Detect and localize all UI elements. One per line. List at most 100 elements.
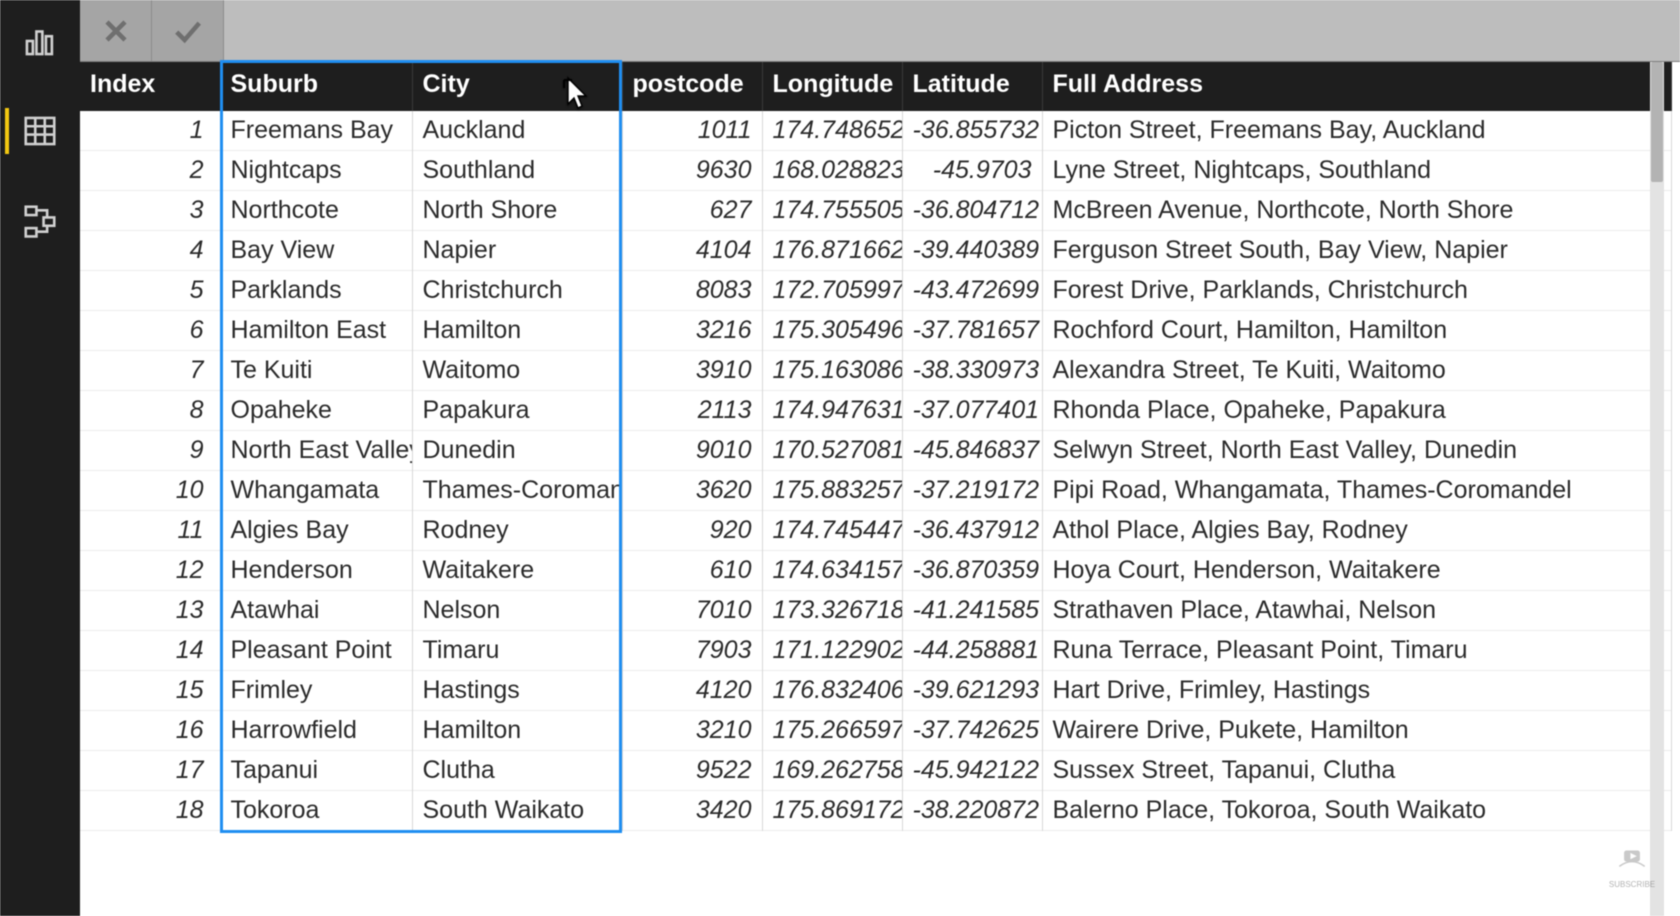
cell-postcode[interactable]: 7903 [622,631,762,671]
cell-address[interactable]: McBreen Avenue, Northcote, North Shore [1042,191,1672,231]
cell-address[interactable]: Lyne Street, Nightcaps, Southland [1042,151,1672,191]
cell-index[interactable]: 6 [80,311,220,351]
cell-lat[interactable]: -37.219172 [902,471,1042,511]
formula-input[interactable] [224,0,1680,61]
cell-city[interactable]: Hamilton [412,311,622,351]
cell-city[interactable]: Waitomo [412,351,622,391]
cell-postcode[interactable]: 3620 [622,471,762,511]
cell-suburb[interactable]: Pleasant Point [220,631,412,671]
table-row[interactable]: 6Hamilton EastHamilton3216175.305496-37.… [80,311,1672,351]
cell-index[interactable]: 12 [80,551,220,591]
cell-lon[interactable]: 174.947631 [762,391,902,431]
cell-lat[interactable]: -38.220872 [902,791,1042,831]
cell-lat[interactable]: -37.742625 [902,711,1042,751]
cell-address[interactable]: Rhonda Place, Opaheke, Papakura [1042,391,1672,431]
cell-index[interactable]: 11 [80,511,220,551]
cell-lon[interactable]: 176.871662 [762,231,902,271]
cell-index[interactable]: 8 [80,391,220,431]
cell-address[interactable]: Hoya Court, Henderson, Waitakere [1042,551,1672,591]
column-header-postcode[interactable]: postcode [622,62,762,111]
cell-suburb[interactable]: Harrowfield [220,711,412,751]
column-header-index[interactable]: Index [80,62,220,111]
cell-lat[interactable]: -37.077401 [902,391,1042,431]
formula-commit-button[interactable] [152,0,224,61]
cell-suburb[interactable]: Frimley [220,671,412,711]
cell-index[interactable]: 18 [80,791,220,831]
cell-index[interactable]: 10 [80,471,220,511]
report-view-button[interactable] [5,10,75,72]
table-row[interactable]: 12HendersonWaitakere610174.634157-36.870… [80,551,1672,591]
cell-suburb[interactable]: Te Kuiti [220,351,412,391]
cell-suburb[interactable]: Bay View [220,231,412,271]
data-view-button[interactable] [5,100,75,162]
cell-postcode[interactable]: 3216 [622,311,762,351]
cell-city[interactable]: Auckland [412,111,622,151]
cell-postcode[interactable]: 610 [622,551,762,591]
table-row[interactable]: 3NorthcoteNorth Shore627174.755505-36.80… [80,191,1672,231]
cell-suburb[interactable]: Parklands [220,271,412,311]
table-row[interactable]: 7Te KuitiWaitomo3910175.163086-38.330973… [80,351,1672,391]
cell-address[interactable]: Pipi Road, Whangamata, Thames-Coromandel [1042,471,1672,511]
cell-postcode[interactable]: 9010 [622,431,762,471]
table-row[interactable]: 11Algies BayRodney920174.745447-36.43791… [80,511,1672,551]
cell-address[interactable]: Strathaven Place, Atawhai, Nelson [1042,591,1672,631]
cell-address[interactable]: Selwyn Street, North East Valley, Dunedi… [1042,431,1672,471]
column-header-lon[interactable]: Longitude [762,62,902,111]
cell-lat[interactable]: -44.258881 [902,631,1042,671]
cell-lon[interactable]: 170.527081 [762,431,902,471]
scrollbar-thumb[interactable] [1651,62,1663,182]
cell-lon[interactable]: 175.266597 [762,711,902,751]
cell-index[interactable]: 14 [80,631,220,671]
cell-lat[interactable]: -36.804712 [902,191,1042,231]
table-row[interactable]: 13AtawhaiNelson7010173.326718-41.241585S… [80,591,1672,631]
cell-postcode[interactable]: 9522 [622,751,762,791]
cell-lon[interactable]: 174.755505 [762,191,902,231]
cell-city[interactable]: North Shore [412,191,622,231]
column-header-suburb[interactable]: Suburb [220,62,412,111]
cell-postcode[interactable]: 3420 [622,791,762,831]
cell-index[interactable]: 1 [80,111,220,151]
cell-postcode[interactable]: 920 [622,511,762,551]
subscribe-watermark[interactable]: SUBSCRIBE [1602,850,1662,902]
cell-lon[interactable]: 173.326718 [762,591,902,631]
column-header-address[interactable]: Full Address [1042,62,1672,111]
cell-index[interactable]: 9 [80,431,220,471]
cell-suburb[interactable]: Tokoroa [220,791,412,831]
cell-lat[interactable]: -45.9703 [902,151,1042,191]
table-row[interactable]: 4Bay ViewNapier4104176.871662-39.440389F… [80,231,1672,271]
cell-city[interactable]: Hamilton [412,711,622,751]
cell-lon[interactable]: 174.634157 [762,551,902,591]
cell-lon[interactable]: 169.262758 [762,751,902,791]
data-grid-viewport[interactable]: IndexSuburbCitypostcodeLongitudeLatitude… [80,62,1680,916]
cell-city[interactable]: Christchurch [412,271,622,311]
cell-index[interactable]: 3 [80,191,220,231]
cell-address[interactable]: Sussex Street, Tapanui, Clutha [1042,751,1672,791]
cell-address[interactable]: Wairere Drive, Pukete, Hamilton [1042,711,1672,751]
cell-postcode[interactable]: 8083 [622,271,762,311]
cell-lat[interactable]: -37.781657 [902,311,1042,351]
table-row[interactable]: 18TokoroaSouth Waikato3420175.869172-38.… [80,791,1672,831]
cell-postcode[interactable]: 9630 [622,151,762,191]
cell-postcode[interactable]: 3210 [622,711,762,751]
cell-city[interactable]: South Waikato [412,791,622,831]
cell-city[interactable]: Dunedin [412,431,622,471]
cell-postcode[interactable]: 4120 [622,671,762,711]
cell-index[interactable]: 13 [80,591,220,631]
cell-address[interactable]: Picton Street, Freemans Bay, Auckland [1042,111,1672,151]
cell-postcode[interactable]: 4104 [622,231,762,271]
table-row[interactable]: 10WhangamataThames-Coromandel3620175.883… [80,471,1672,511]
cell-address[interactable]: Ferguson Street South, Bay View, Napier [1042,231,1672,271]
cell-lat[interactable]: -38.330973 [902,351,1042,391]
column-header-city[interactable]: City [412,62,622,111]
cell-address[interactable]: Rochford Court, Hamilton, Hamilton [1042,311,1672,351]
cell-city[interactable]: Thames-Coromandel [412,471,622,511]
cell-suburb[interactable]: Tapanui [220,751,412,791]
cell-city[interactable]: Timaru [412,631,622,671]
cell-city[interactable]: Hastings [412,671,622,711]
cell-lat[interactable]: -45.942122 [902,751,1042,791]
cell-suburb[interactable]: Whangamata [220,471,412,511]
cell-lon[interactable]: 176.832406 [762,671,902,711]
cell-lat[interactable]: -45.846837 [902,431,1042,471]
cell-postcode[interactable]: 3910 [622,351,762,391]
cell-lon[interactable]: 171.122902 [762,631,902,671]
